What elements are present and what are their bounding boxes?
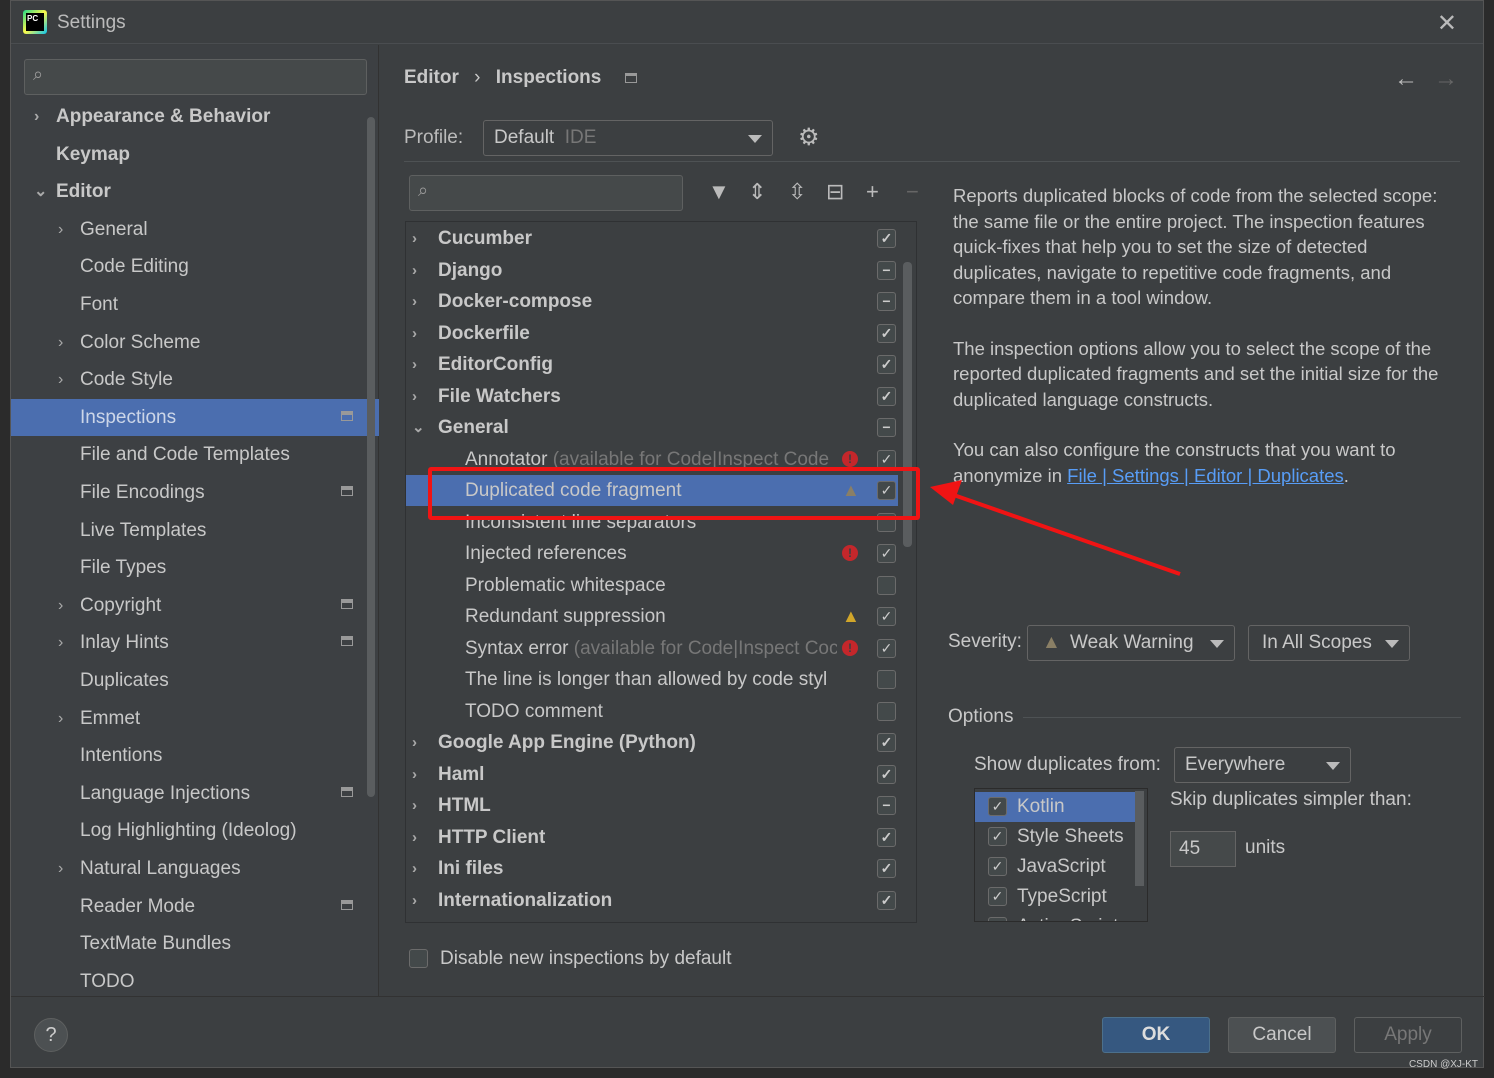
arrow-shaft <box>947 491 1181 576</box>
annotation-arrow <box>930 480 1181 576</box>
arrow-head <box>930 480 962 505</box>
watermark: CSDN @XJ-KT <box>1408 1059 1478 1070</box>
